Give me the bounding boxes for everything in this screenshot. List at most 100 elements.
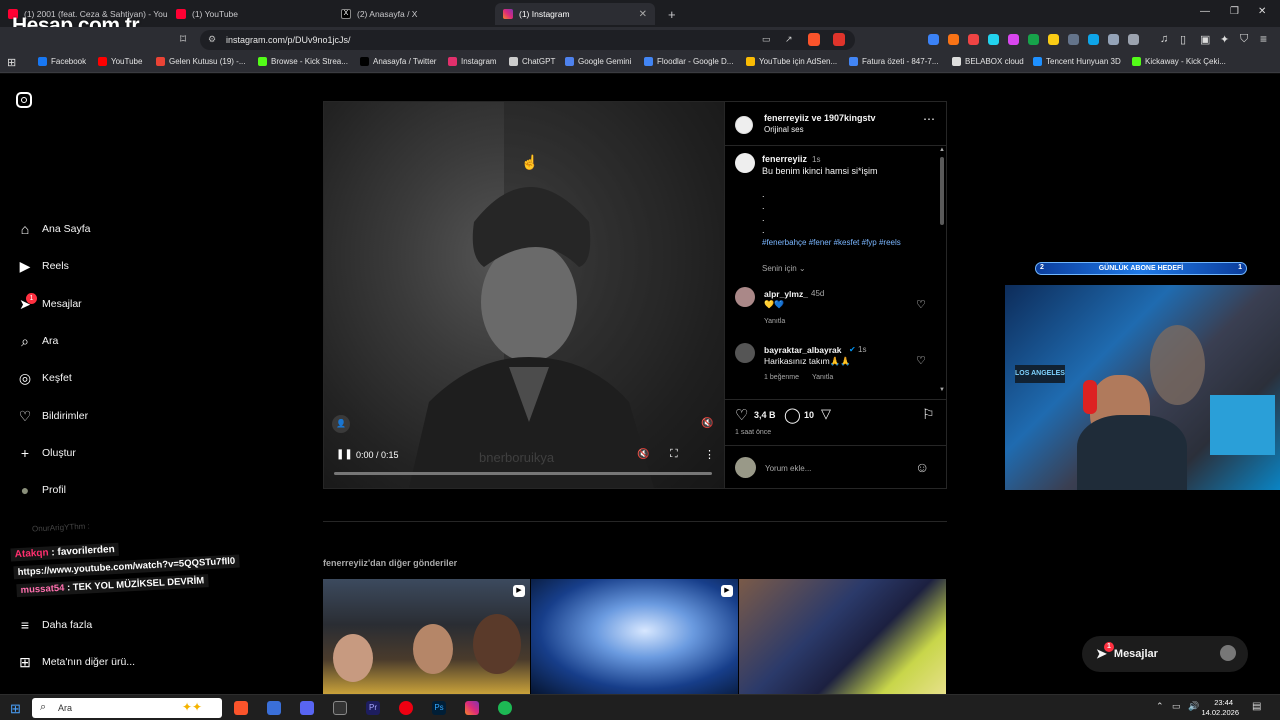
bookmark-item[interactable]: Fatura özeti - 847-7... <box>849 57 938 66</box>
comment-avatar[interactable] <box>735 287 755 307</box>
post-thumbnail[interactable]: ▶ <box>531 579 738 694</box>
more-options-icon[interactable]: ⋯ <box>923 112 935 126</box>
post-thumbnail[interactable] <box>739 579 946 694</box>
close-window-icon[interactable]: ✕ <box>1258 6 1266 17</box>
obs-taskbar-icon[interactable] <box>333 701 347 715</box>
extension-icon[interactable] <box>1048 34 1059 45</box>
scrollbar-thumb[interactable] <box>940 157 944 225</box>
leo-icon[interactable]: ✦ <box>1220 33 1229 46</box>
extension-icon[interactable] <box>1068 34 1079 45</box>
like-count[interactable]: 3,4 B <box>754 410 776 420</box>
url-field[interactable]: ⚙ instagram.com/p/DUv9no1jcJs/ ▭ ↗ <box>200 30 855 50</box>
clock-date[interactable]: 14.02.2026 <box>1194 708 1239 717</box>
video-progress-track[interactable] <box>334 472 712 475</box>
bookmark-item[interactable]: Tencent Hunyuan 3D <box>1033 57 1121 66</box>
tab-youtube[interactable]: (1) YouTube <box>168 3 333 25</box>
comment-icon[interactable]: ◯ <box>784 406 801 424</box>
brave-taskbar-icon[interactable] <box>234 701 248 715</box>
music-icon[interactable]: ♫ <box>1160 33 1168 45</box>
instagram-logo-icon[interactable] <box>16 92 32 108</box>
bookmark-item[interactable]: Gelen Kutusu (19) -... <box>156 57 245 66</box>
network-icon[interactable]: ▭ <box>1172 701 1181 712</box>
discord-taskbar-icon[interactable] <box>300 701 314 715</box>
bookmark-item[interactable]: Instagram <box>448 57 497 66</box>
site-info-icon[interactable]: ⚙ <box>208 34 216 45</box>
mute-icon[interactable]: 🔇 <box>701 418 713 429</box>
comment-like-icon[interactable]: ♡ <box>916 298 926 311</box>
video-mute-icon[interactable]: 🔇 <box>637 449 649 460</box>
extension-icon[interactable] <box>968 34 979 45</box>
bookmark-item[interactable]: YouTube <box>98 57 142 66</box>
extension-icon[interactable] <box>1028 34 1039 45</box>
extension-icon[interactable] <box>988 34 999 45</box>
sidebar-item-keşfet[interactable]: ◎ Keşfet <box>16 369 72 387</box>
notifications-icon[interactable]: ▤ <box>1252 701 1261 712</box>
save-icon[interactable]: ⚐ <box>922 406 935 423</box>
caption-hashtags[interactable]: #fenerbahçe #fener #kesfet #fyp #reels <box>762 238 901 247</box>
premiere-taskbar-icon[interactable]: Pr <box>366 701 380 715</box>
post-header-title[interactable]: fenerreyiiz ve 1907kingstv <box>764 113 876 123</box>
tab-x[interactable]: X (2) Anasayfa / X <box>333 3 493 25</box>
extension-icon[interactable] <box>928 34 939 45</box>
comment-like-icon[interactable]: ♡ <box>916 354 926 367</box>
extensions-puzzle-icon[interactable] <box>1108 34 1119 45</box>
photoshop-taskbar-icon[interactable]: Ps <box>432 701 446 715</box>
brave-shield-icon[interactable] <box>808 33 820 46</box>
sidebar-item-ara[interactable]: ⌕ Ara <box>16 332 58 350</box>
instagram-taskbar-icon[interactable] <box>465 701 479 715</box>
post-audio[interactable]: Orijinal ses <box>764 125 804 134</box>
sidebar-item-reels[interactable]: ▶ Reels <box>16 257 69 275</box>
bookmark-item[interactable]: BELABOX cloud <box>952 57 1024 66</box>
sidebar-item-ana-sayfa[interactable]: ⌂ Ana Sayfa <box>16 220 91 238</box>
post-thumbnail[interactable]: ▶ <box>323 579 530 694</box>
comments-scrollbar[interactable]: ▲ ▼ <box>939 147 945 397</box>
reply-button[interactable]: Yanıtla <box>764 318 785 325</box>
cast-icon[interactable]: ▭ <box>762 34 771 45</box>
bookmark-item[interactable]: ChatGPT <box>509 57 555 66</box>
apps-grid-icon[interactable]: ⊞ <box>7 56 16 69</box>
sidebar-item-bildirimler[interactable]: ♡ Bildirimler <box>16 407 88 425</box>
sidebar-item-profil[interactable]: ● Profil <box>16 481 66 499</box>
extension-icon[interactable] <box>1128 34 1139 45</box>
comment-avatar[interactable] <box>735 343 755 363</box>
author-avatar[interactable] <box>735 116 753 134</box>
comment-sort-dropdown[interactable]: Senin için ⌄ <box>762 264 806 273</box>
fullscreen-icon[interactable]: ⛶ <box>670 448 678 461</box>
meta-products-button[interactable]: ⊞ Meta'nın diğer ürü... <box>16 653 135 671</box>
windows-start-icon[interactable]: ⊞ <box>10 701 21 717</box>
share-icon[interactable]: ↗ <box>785 34 793 45</box>
extension-icon[interactable] <box>1088 34 1099 45</box>
messages-floating-button[interactable]: ➤ Mesajlar 1 <box>1082 636 1248 672</box>
video-options-icon[interactable]: ⋮ <box>704 448 715 461</box>
emoji-icon[interactable]: ☺ <box>915 459 929 475</box>
bookmark-icon[interactable]: ⌑ <box>180 32 186 46</box>
comment-likes[interactable]: 1 beğenme <box>764 374 799 381</box>
like-icon[interactable]: ♡ <box>735 406 748 424</box>
close-tab-icon[interactable]: ✕ <box>639 9 647 20</box>
bookmark-item[interactable]: Anasayfa / Twitter <box>360 57 436 66</box>
caption-username[interactable]: fenerreyiiz <box>762 154 807 164</box>
tab-instagram[interactable]: (1) Instagram ✕ <box>495 3 655 25</box>
caption-avatar[interactable] <box>735 153 755 173</box>
extension-icon[interactable] <box>1008 34 1019 45</box>
more-menu-button[interactable]: ≡ Daha fazla <box>16 616 92 634</box>
taskbar-search[interactable]: ⌕ Ara ✦✦ <box>32 698 222 718</box>
bookmark-item[interactable]: YouTube için AdSen... <box>746 57 837 66</box>
bookmark-item[interactable]: Facebook <box>38 57 86 66</box>
vpn-icon[interactable]: ⛉ <box>1240 33 1248 46</box>
app-taskbar-icon[interactable] <box>267 701 281 715</box>
bookmark-item[interactable]: Kickaway - Kick Çeki... <box>1132 57 1226 66</box>
sidebar-item-oluştur[interactable]: + Oluştur <box>16 444 76 462</box>
minimize-icon[interactable]: — <box>1200 6 1210 17</box>
extension-icon[interactable] <box>948 34 959 45</box>
comment-username[interactable]: alpr_ylmz_ <box>764 289 808 299</box>
more-posts-heading[interactable]: fenerreyiiz'dan diğer gönderiler <box>323 558 457 568</box>
pause-icon[interactable]: ❚❚ <box>336 449 353 460</box>
comment-username[interactable]: bayraktar_albayrak <box>764 345 842 355</box>
bookmark-item[interactable]: Google Gemini <box>565 57 631 66</box>
bookmark-item[interactable]: Browse - Kick Strea... <box>258 57 348 66</box>
tray-chevron-icon[interactable]: ⌃ <box>1156 701 1164 712</box>
new-tab-button[interactable]: + <box>660 3 680 25</box>
share-icon[interactable]: ▽ <box>821 406 831 422</box>
spotify-taskbar-icon[interactable] <box>498 701 512 715</box>
